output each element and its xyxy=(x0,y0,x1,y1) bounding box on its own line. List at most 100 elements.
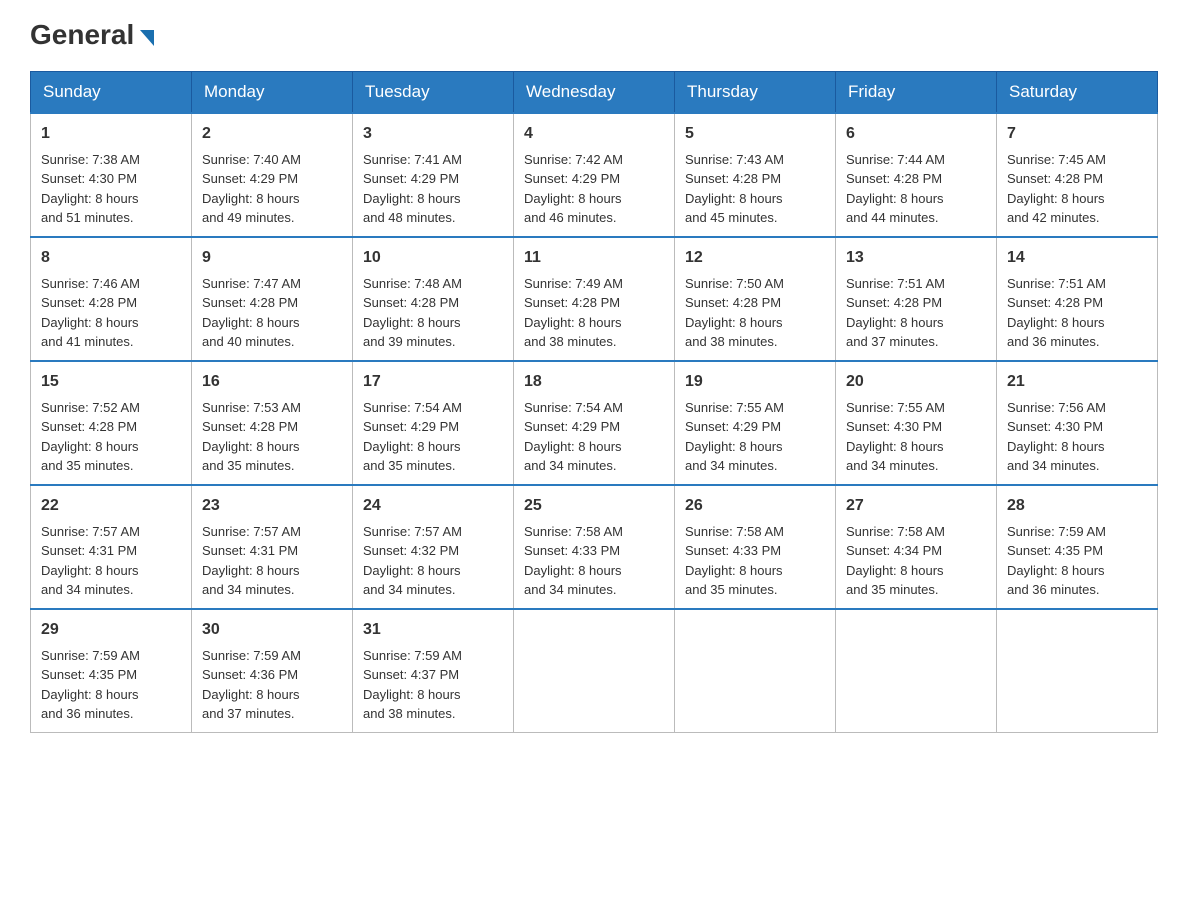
daylight-continued: and 37 minutes. xyxy=(202,706,295,721)
week-row-5: 29 Sunrise: 7:59 AM Sunset: 4:35 PM Dayl… xyxy=(31,609,1158,733)
sunrise-label: Sunrise: 7:46 AM xyxy=(41,276,140,291)
day-number: 9 xyxy=(202,246,342,270)
sunrise-label: Sunrise: 7:51 AM xyxy=(1007,276,1106,291)
day-number: 2 xyxy=(202,122,342,146)
daylight-continued: and 36 minutes. xyxy=(1007,582,1100,597)
sunrise-label: Sunrise: 7:58 AM xyxy=(685,524,784,539)
sunset-label: Sunset: 4:29 PM xyxy=(363,419,459,434)
daylight-continued: and 38 minutes. xyxy=(524,334,617,349)
day-cell xyxy=(675,609,836,733)
logo-text-general: General xyxy=(30,20,134,51)
daylight-continued: and 41 minutes. xyxy=(41,334,134,349)
day-cell xyxy=(997,609,1158,733)
day-number: 18 xyxy=(524,370,664,394)
day-number: 14 xyxy=(1007,246,1147,270)
day-cell: 25 Sunrise: 7:58 AM Sunset: 4:33 PM Dayl… xyxy=(514,485,675,609)
daylight-continued: and 51 minutes. xyxy=(41,210,134,225)
day-number: 23 xyxy=(202,494,342,518)
daylight-label: Daylight: 8 hours xyxy=(202,687,300,702)
sunset-label: Sunset: 4:28 PM xyxy=(41,419,137,434)
daylight-continued: and 34 minutes. xyxy=(363,582,456,597)
sunrise-label: Sunrise: 7:42 AM xyxy=(524,152,623,167)
daylight-continued: and 48 minutes. xyxy=(363,210,456,225)
day-cell: 24 Sunrise: 7:57 AM Sunset: 4:32 PM Dayl… xyxy=(353,485,514,609)
sunrise-label: Sunrise: 7:38 AM xyxy=(41,152,140,167)
daylight-label: Daylight: 8 hours xyxy=(363,439,461,454)
page-header: General xyxy=(30,20,1158,51)
sunset-label: Sunset: 4:28 PM xyxy=(363,295,459,310)
daylight-continued: and 35 minutes. xyxy=(363,458,456,473)
day-number: 19 xyxy=(685,370,825,394)
daylight-continued: and 38 minutes. xyxy=(685,334,778,349)
daylight-continued: and 42 minutes. xyxy=(1007,210,1100,225)
daylight-label: Daylight: 8 hours xyxy=(846,191,944,206)
sunset-label: Sunset: 4:28 PM xyxy=(202,295,298,310)
daylight-label: Daylight: 8 hours xyxy=(363,315,461,330)
day-cell xyxy=(514,609,675,733)
daylight-continued: and 34 minutes. xyxy=(524,458,617,473)
daylight-label: Daylight: 8 hours xyxy=(524,191,622,206)
sunset-label: Sunset: 4:29 PM xyxy=(202,171,298,186)
sunset-label: Sunset: 4:29 PM xyxy=(685,419,781,434)
header-row: SundayMondayTuesdayWednesdayThursdayFrid… xyxy=(31,71,1158,113)
sunrise-label: Sunrise: 7:52 AM xyxy=(41,400,140,415)
day-number: 11 xyxy=(524,246,664,270)
day-cell: 21 Sunrise: 7:56 AM Sunset: 4:30 PM Dayl… xyxy=(997,361,1158,485)
day-number: 27 xyxy=(846,494,986,518)
sunrise-label: Sunrise: 7:59 AM xyxy=(363,648,462,663)
daylight-label: Daylight: 8 hours xyxy=(202,315,300,330)
day-cell: 7 Sunrise: 7:45 AM Sunset: 4:28 PM Dayli… xyxy=(997,113,1158,237)
daylight-label: Daylight: 8 hours xyxy=(41,439,139,454)
day-cell: 20 Sunrise: 7:55 AM Sunset: 4:30 PM Dayl… xyxy=(836,361,997,485)
day-number: 22 xyxy=(41,494,181,518)
header-cell-sunday: Sunday xyxy=(31,71,192,113)
daylight-continued: and 36 minutes. xyxy=(1007,334,1100,349)
daylight-label: Daylight: 8 hours xyxy=(524,439,622,454)
daylight-continued: and 40 minutes. xyxy=(202,334,295,349)
daylight-continued: and 44 minutes. xyxy=(846,210,939,225)
sunset-label: Sunset: 4:30 PM xyxy=(41,171,137,186)
sunset-label: Sunset: 4:28 PM xyxy=(202,419,298,434)
sunrise-label: Sunrise: 7:53 AM xyxy=(202,400,301,415)
logo: General xyxy=(30,20,154,51)
day-number: 12 xyxy=(685,246,825,270)
sunrise-label: Sunrise: 7:58 AM xyxy=(846,524,945,539)
calendar-table: SundayMondayTuesdayWednesdayThursdayFrid… xyxy=(30,71,1158,733)
header-cell-friday: Friday xyxy=(836,71,997,113)
sunrise-label: Sunrise: 7:59 AM xyxy=(41,648,140,663)
day-number: 15 xyxy=(41,370,181,394)
day-number: 1 xyxy=(41,122,181,146)
sunrise-label: Sunrise: 7:44 AM xyxy=(846,152,945,167)
sunrise-label: Sunrise: 7:57 AM xyxy=(202,524,301,539)
daylight-label: Daylight: 8 hours xyxy=(1007,439,1105,454)
sunset-label: Sunset: 4:29 PM xyxy=(363,171,459,186)
daylight-label: Daylight: 8 hours xyxy=(363,563,461,578)
day-cell xyxy=(836,609,997,733)
day-number: 6 xyxy=(846,122,986,146)
day-number: 4 xyxy=(524,122,664,146)
daylight-label: Daylight: 8 hours xyxy=(1007,315,1105,330)
day-cell: 28 Sunrise: 7:59 AM Sunset: 4:35 PM Dayl… xyxy=(997,485,1158,609)
day-cell: 19 Sunrise: 7:55 AM Sunset: 4:29 PM Dayl… xyxy=(675,361,836,485)
sunrise-label: Sunrise: 7:54 AM xyxy=(363,400,462,415)
sunrise-label: Sunrise: 7:59 AM xyxy=(202,648,301,663)
daylight-label: Daylight: 8 hours xyxy=(524,563,622,578)
day-cell: 15 Sunrise: 7:52 AM Sunset: 4:28 PM Dayl… xyxy=(31,361,192,485)
sunrise-label: Sunrise: 7:54 AM xyxy=(524,400,623,415)
day-number: 16 xyxy=(202,370,342,394)
sunset-label: Sunset: 4:31 PM xyxy=(41,543,137,558)
daylight-label: Daylight: 8 hours xyxy=(41,191,139,206)
daylight-continued: and 35 minutes. xyxy=(202,458,295,473)
daylight-label: Daylight: 8 hours xyxy=(202,563,300,578)
day-cell: 5 Sunrise: 7:43 AM Sunset: 4:28 PM Dayli… xyxy=(675,113,836,237)
day-cell: 14 Sunrise: 7:51 AM Sunset: 4:28 PM Dayl… xyxy=(997,237,1158,361)
daylight-label: Daylight: 8 hours xyxy=(846,315,944,330)
day-cell: 8 Sunrise: 7:46 AM Sunset: 4:28 PM Dayli… xyxy=(31,237,192,361)
daylight-continued: and 34 minutes. xyxy=(202,582,295,597)
day-cell: 12 Sunrise: 7:50 AM Sunset: 4:28 PM Dayl… xyxy=(675,237,836,361)
sunset-label: Sunset: 4:28 PM xyxy=(41,295,137,310)
day-number: 31 xyxy=(363,618,503,642)
sunrise-label: Sunrise: 7:40 AM xyxy=(202,152,301,167)
day-number: 25 xyxy=(524,494,664,518)
day-cell: 4 Sunrise: 7:42 AM Sunset: 4:29 PM Dayli… xyxy=(514,113,675,237)
